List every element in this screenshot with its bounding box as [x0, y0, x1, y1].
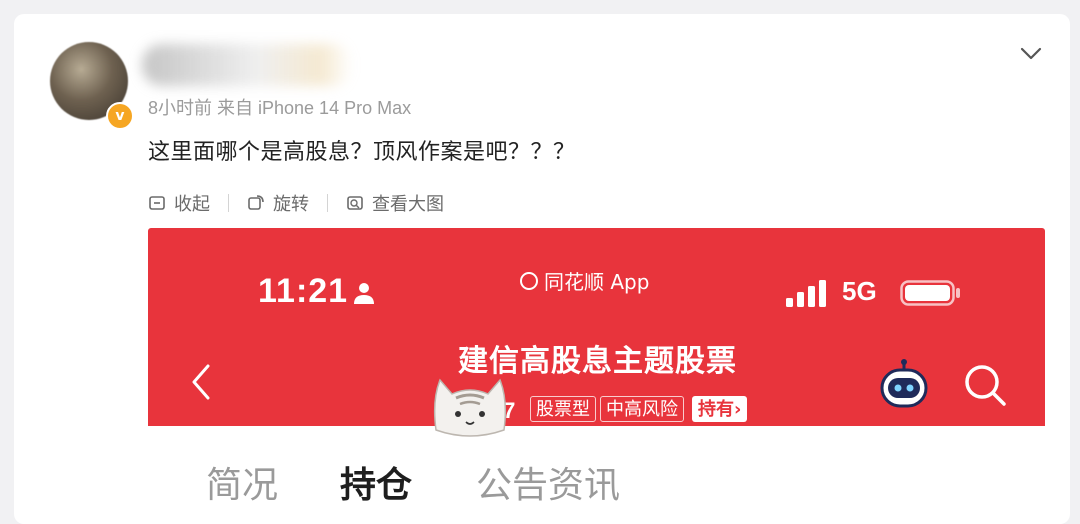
signal-icon — [786, 280, 826, 307]
hold-button[interactable]: 持有› — [692, 396, 748, 422]
post-image[interactable]: 11:21 同花顺 App 5G 建信高股息主题股票 000177 股票型 中高… — [148, 228, 1045, 524]
tab-announcements[interactable]: 公告资讯 — [476, 456, 620, 508]
divider — [327, 194, 328, 212]
tab-holdings[interactable]: 持仓 — [340, 456, 412, 508]
chevron-down-icon[interactable] — [1018, 40, 1044, 66]
status-time: 11:21 — [258, 272, 349, 310]
app-logo-icon — [520, 271, 538, 290]
weibo-post-card: v 8小时前 来自 iPhone 14 Pro Max 这里面哪个是高股息？顶风… — [14, 14, 1070, 524]
risk-level-tag: 中高风险 — [600, 396, 684, 422]
verified-badge: v — [106, 102, 134, 130]
rotate-label: 旋转 — [273, 194, 309, 215]
collapse-icon — [149, 196, 165, 210]
battery-icon — [900, 280, 960, 306]
view-large-label: 查看大图 — [372, 194, 444, 215]
hold-label: 持有 — [698, 399, 734, 420]
network-type: 5G — [842, 276, 877, 306]
view-large-icon — [347, 196, 363, 210]
divider — [228, 194, 229, 212]
image-actions: 收起 旋转 查看大图 — [148, 190, 444, 216]
rotate-button[interactable]: 旋转 — [247, 190, 309, 216]
collapse-label: 收起 — [174, 194, 210, 215]
view-large-button[interactable]: 查看大图 — [346, 190, 444, 216]
fund-type-tag: 股票型 — [530, 396, 596, 422]
username-blurred[interactable] — [142, 44, 352, 86]
post-text: 这里面哪个是高股息？顶风作案是吧？？？ — [148, 140, 576, 165]
post-meta: 8小时前 来自 iPhone 14 Pro Max — [148, 98, 412, 118]
app-name: 同花顺 App — [544, 270, 650, 294]
cat-sticker — [433, 378, 507, 437]
tab-overview[interactable]: 简况 — [206, 456, 278, 508]
person-icon — [354, 283, 374, 304]
rotate-icon — [248, 195, 264, 210]
robot-icon[interactable] — [876, 358, 932, 414]
app-label: 同花顺 App — [520, 266, 649, 295]
search-icon[interactable] — [960, 360, 1010, 410]
hold-arrow-icon: › — [734, 399, 742, 420]
collapse-button[interactable]: 收起 — [148, 190, 210, 216]
back-icon[interactable] — [188, 362, 214, 402]
